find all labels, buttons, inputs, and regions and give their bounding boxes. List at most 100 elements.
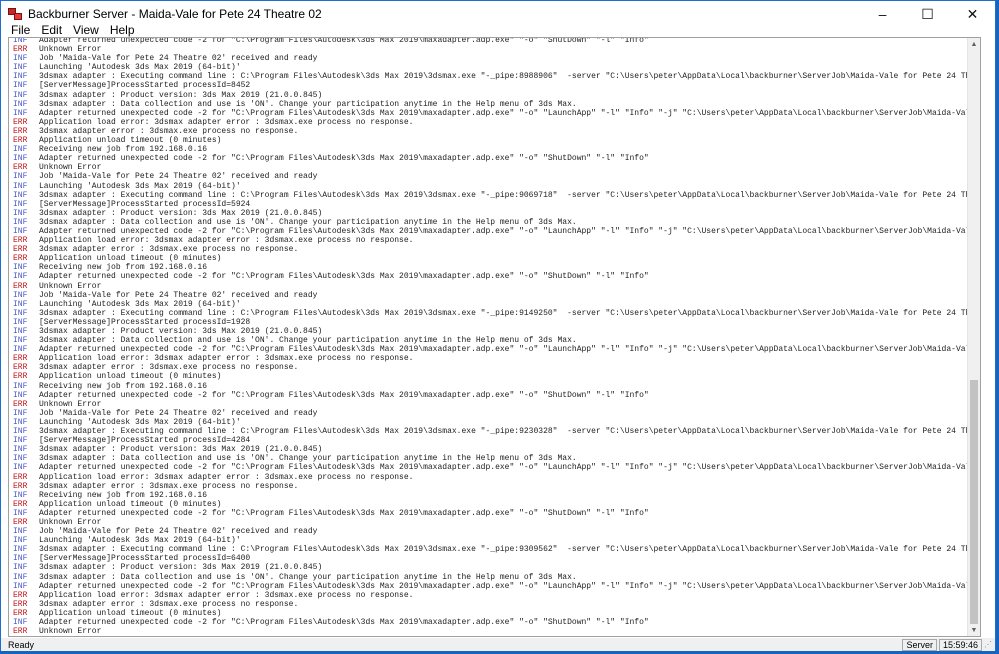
log-row[interactable]: ERR 3dsmax adapter error : 3dsmax.exe pro… [9, 245, 969, 254]
log-row[interactable]: INF 3dsmax adapter : Product version: 3ds… [9, 445, 969, 454]
log-row[interactable]: INF [ServerMessage]ProcessStarted process… [9, 318, 969, 327]
log-level: ERR [13, 472, 28, 482]
log-level: ERR [13, 354, 28, 364]
menu-file[interactable]: File [1, 23, 35, 37]
log-row[interactable]: ERR Unknown Error [9, 163, 969, 172]
log-row[interactable]: ERR Unknown Error [9, 518, 969, 527]
menu-bar: File Edit View Help [1, 23, 995, 37]
log-message: Adapter returned unexpected code -2 for … [39, 508, 649, 518]
backburner-app-icon[interactable] [8, 8, 22, 20]
log-row[interactable]: INF Receiving new job from 192.168.0.16 [9, 382, 969, 391]
log-row[interactable]: ERR 3dsmax adapter error : 3dsmax.exe pro… [9, 363, 969, 372]
log-row[interactable]: ERR 3dsmax adapter error : 3dsmax.exe pro… [9, 127, 969, 136]
log-row[interactable]: INF Adapter returned unexpected code -2 f… [9, 109, 969, 118]
log-row[interactable]: INF Job 'Maida-Vale for Pete 24 Theatre 0… [9, 409, 969, 418]
log-row[interactable]: INF 3dsmax adapter : Executing command li… [9, 427, 969, 436]
log-message: 3dsmax adapter error : 3dsmax.exe proces… [39, 481, 299, 491]
log-level: INF [13, 427, 28, 437]
log-row[interactable]: INF Adapter returned unexpected code -2 f… [9, 154, 969, 163]
log-row[interactable]: INF 3dsmax adapter : Executing command li… [9, 545, 969, 554]
log-row[interactable]: ERR Application load error: 3dsmax adapte… [9, 118, 969, 127]
log-row[interactable]: INF Job 'Maida-Vale for Pete 24 Theatre 0… [9, 172, 969, 181]
log-row[interactable]: ERR 3dsmax adapter error : 3dsmax.exe pro… [9, 482, 969, 491]
log-level: INF [13, 37, 28, 45]
log-row[interactable]: INF Receiving new job from 192.168.0.16 [9, 145, 969, 154]
scroll-down-arrow-icon[interactable]: ▼ [968, 624, 980, 636]
log-row[interactable]: INF Job 'Maida-Vale for Pete 24 Theatre 0… [9, 54, 969, 63]
log-message: Job 'Maida-Vale for Pete 24 Theatre 02' … [39, 527, 318, 537]
log-row[interactable]: ERR Application unload timeout (0 minutes… [9, 609, 969, 618]
log-row[interactable]: INF Receiving new job from 192.168.0.16 [9, 491, 969, 500]
log-row[interactable]: ERR Application load error: 3dsmax adapte… [9, 236, 969, 245]
log-row[interactable]: INF [ServerMessage]ProcessStarted process… [9, 436, 969, 445]
log-row[interactable]: INF Adapter returned unexpected code -2 f… [9, 345, 969, 354]
vertical-scrollbar[interactable]: ▲ ▼ [967, 38, 980, 636]
log-row[interactable]: INF Launching 'Autodesk 3ds Max 2019 (64-… [9, 418, 969, 427]
log-row[interactable]: INF 3dsmax adapter : Product version: 3ds… [9, 209, 969, 218]
log-row[interactable]: INF Adapter returned unexpected code -2 f… [9, 391, 969, 400]
log-row[interactable]: INF 3dsmax adapter : Data collection and … [9, 454, 969, 463]
log-row[interactable]: ERR Application unload timeout (0 minutes… [9, 254, 969, 263]
log-message: Application load error: 3dsmax adapter e… [39, 590, 414, 600]
log-message: Adapter returned unexpected code -2 for … [39, 272, 649, 282]
log-row[interactable]: ERR Application unload timeout (0 minutes… [9, 500, 969, 509]
log-row[interactable]: INF 3dsmax adapter : Data collection and … [9, 100, 969, 109]
log-row[interactable]: INF 3dsmax adapter : Executing command li… [9, 191, 969, 200]
log-row[interactable]: INF Adapter returned unexpected code -2 f… [9, 227, 969, 236]
log-row[interactable]: ERR Application load error: 3dsmax adapte… [9, 591, 969, 600]
log-message: Adapter returned unexpected code -2 for … [39, 581, 969, 591]
scroll-thumb[interactable] [970, 380, 978, 624]
log-row[interactable]: INF Launching 'Autodesk 3ds Max 2019 (64-… [9, 536, 969, 545]
log-row[interactable]: INF [ServerMessage]ProcessStarted process… [9, 81, 969, 90]
log-row[interactable]: ERR Application load error: 3dsmax adapte… [9, 473, 969, 482]
log-row[interactable]: INF Launching 'Autodesk 3ds Max 2019 (64-… [9, 63, 969, 72]
log-level: INF [13, 63, 28, 73]
log-level: INF [13, 145, 28, 155]
log-panel[interactable]: INF Adapter returned unexpected code -2 f… [8, 37, 981, 637]
log-row[interactable]: INF Job 'Maida-Vale for Pete 24 Theatre 0… [9, 527, 969, 536]
log-level: INF [13, 99, 28, 109]
log-row[interactable]: INF Launching 'Autodesk 3ds Max 2019 (64-… [9, 182, 969, 191]
log-row[interactable]: INF Job 'Maida-Vale for Pete 24 Theatre 0… [9, 291, 969, 300]
log-row[interactable]: INF 3dsmax adapter : Product version: 3ds… [9, 563, 969, 572]
log-message: Adapter returned unexpected code -2 for … [39, 618, 649, 627]
log-message: Adapter returned unexpected code -2 for … [39, 345, 969, 355]
log-row[interactable]: ERR Unknown Error [9, 627, 969, 636]
log-row[interactable]: INF Adapter returned unexpected code -2 f… [9, 618, 969, 627]
log-row[interactable]: INF 3dsmax adapter : Product version: 3ds… [9, 327, 969, 336]
log-row[interactable]: ERR Application unload timeout (0 minutes… [9, 372, 969, 381]
log-row[interactable]: ERR Application unload timeout (0 minutes… [9, 136, 969, 145]
log-row[interactable]: INF Launching 'Autodesk 3ds Max 2019 (64-… [9, 300, 969, 309]
log-row[interactable]: INF Adapter returned unexpected code -2 f… [9, 582, 969, 591]
log-row[interactable]: INF 3dsmax adapter : Executing command li… [9, 309, 969, 318]
log-row[interactable]: INF [ServerMessage]ProcessStarted process… [9, 200, 969, 209]
log-row[interactable]: ERR Unknown Error [9, 400, 969, 409]
log-row[interactable]: INF Adapter returned unexpected code -2 f… [9, 509, 969, 518]
log-row[interactable]: INF Adapter returned unexpected code -2 f… [9, 37, 969, 45]
log-row[interactable]: INF Adapter returned unexpected code -2 f… [9, 272, 969, 281]
log-row[interactable]: INF 3dsmax adapter : Data collection and … [9, 573, 969, 582]
log-row[interactable]: INF 3dsmax adapter : Data collection and … [9, 336, 969, 345]
log-message: Launching 'Autodesk 3ds Max 2019 (64-bit… [39, 181, 241, 191]
scroll-up-arrow-icon[interactable]: ▲ [968, 38, 980, 50]
log-row[interactable]: ERR 3dsmax adapter error : 3dsmax.exe pro… [9, 600, 969, 609]
log-message: Launching 'Autodesk 3ds Max 2019 (64-bit… [39, 63, 241, 73]
log-row[interactable]: INF 3dsmax adapter : Executing command li… [9, 72, 969, 81]
menu-view[interactable]: View [67, 23, 104, 37]
log-row[interactable]: INF 3dsmax adapter : Data collection and … [9, 218, 969, 227]
log-row[interactable]: ERR Unknown Error [9, 45, 969, 54]
log-level: INF [13, 345, 28, 355]
log-row[interactable]: INF Adapter returned unexpected code -2 f… [9, 463, 969, 472]
log-message: Unknown Error [39, 627, 102, 637]
log-row[interactable]: INF [ServerMessage]ProcessStarted process… [9, 554, 969, 563]
log-message: Receiving new job from 192.168.0.16 [39, 145, 208, 155]
menu-edit[interactable]: Edit [35, 23, 67, 37]
menu-help[interactable]: Help [104, 23, 140, 37]
resize-grip-icon[interactable]: ⋰ [984, 640, 994, 650]
log-row[interactable]: ERR Unknown Error [9, 282, 969, 291]
log-message: 3dsmax adapter : Executing command line … [39, 427, 969, 437]
log-row[interactable]: INF 3dsmax adapter : Product version: 3ds… [9, 91, 969, 100]
log-row[interactable]: ERR Application load error: 3dsmax adapte… [9, 354, 969, 363]
log-row[interactable]: INF Receiving new job from 192.168.0.16 [9, 263, 969, 272]
log-level: ERR [13, 599, 28, 609]
